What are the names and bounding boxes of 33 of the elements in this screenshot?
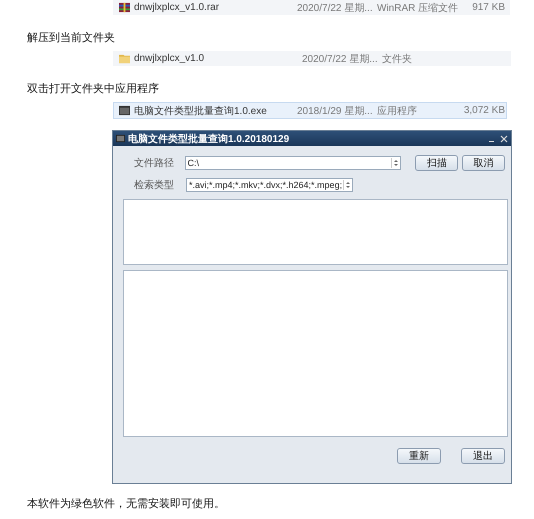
folder-icon [119,53,130,64]
file-size: 917 KB [471,2,505,13]
file-size: 3,072 KB [463,105,505,116]
action-button[interactable]: 退出 [461,448,505,464]
close-icon[interactable] [500,134,508,142]
archive-icon [119,2,130,13]
file-type: WinRAR 压缩文件 [377,2,460,14]
spin-arrows-icon[interactable] [391,158,400,168]
program-icon [119,105,130,116]
field-label: 文件路径 [134,156,175,170]
instruction-text: 双击打开文件夹中应用程序 [27,82,160,96]
field-label: 检索类型 [134,178,175,192]
action-button[interactable]: 扫描 [415,155,458,171]
file-name: dnwjlxplcx_v1.0.rar [134,2,220,13]
combo-field[interactable]: C:\ [184,156,402,170]
file-date: 2018/1/29 星期... [297,104,374,118]
file-row[interactable]: dnwjlxplcx_v1.0.rar 2020/7/22 星期... WinRAR 压缩文件 917 KB [113,0,510,15]
program-icon [116,134,125,143]
combo-field[interactable]: *.avi;*.mp4;*.mkv;*.dvx;*.h264;*.mpeg; [186,178,353,192]
file-type: 应用程序 [377,104,418,118]
file-name: 电脑文件类型批量查询1.0.exe [134,104,268,118]
file-type: 文件夹 [382,52,413,66]
action-button[interactable]: 取消 [462,155,506,171]
instruction-text: 解压到当前文件夹 [27,31,116,45]
file-row[interactable]: 电脑文件类型批量查询1.0.exe 2018/1/29 星期... 应用程序 3,072 KB [113,102,507,119]
action-button[interactable]: 重新 [397,448,441,464]
file-name: dnwjlxplcx_v1.0 [134,53,206,64]
file-date: 2020/7/22 星期... [302,52,379,66]
spin-arrows-icon[interactable] [343,180,352,190]
instruction-text: 本软件为绿色软件，无需安装即可使用。 [27,497,226,511]
file-date: 2020/7/22 星期... [297,2,374,14]
window-title: 电脑文件类型批量查询1.0.20180129 [128,132,290,146]
file-row[interactable]: dnwjlxplcx_v1.0 2020/7/22 星期... 文件夹 [113,51,511,66]
